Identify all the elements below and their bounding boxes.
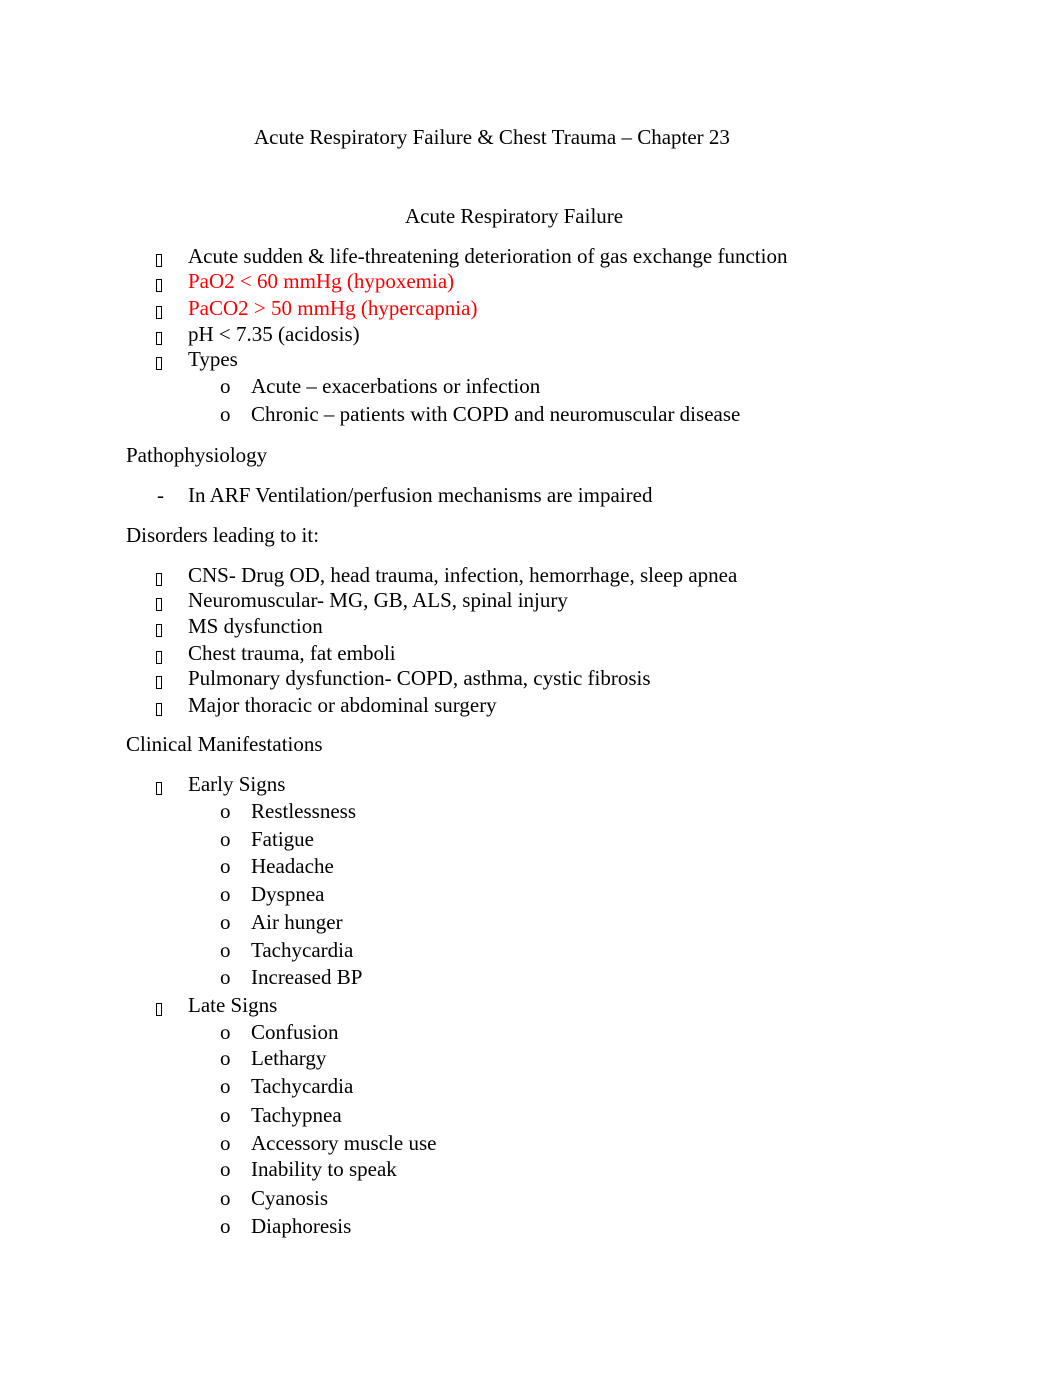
- circle-bullet-icon: o: [220, 938, 231, 962]
- early-signs-label: Early Signs: [188, 772, 286, 796]
- missing-glyph-bullet-icon: [156, 999, 162, 1020]
- circle-bullet-icon: o: [220, 1131, 231, 1155]
- sub-list-item-text: Restlessness: [251, 799, 356, 823]
- sub-list-item-text: Tachypnea: [251, 1103, 342, 1127]
- circle-bullet-icon: o: [220, 1157, 231, 1181]
- list-item-text: Pulmonary dysfunction- COPD, asthma, cys…: [188, 666, 651, 690]
- list-item-text: MS dysfunction: [188, 614, 323, 638]
- sub-list-item-text: Chronic – patients with COPD and neuromu…: [251, 402, 741, 426]
- missing-glyph-bullet-icon: [156, 250, 162, 271]
- circle-bullet-icon: o: [220, 1074, 231, 1098]
- disorders-heading: Disorders leading to it:: [126, 523, 320, 547]
- list-item-text: CNS- Drug OD, head trauma, infection, he…: [188, 563, 738, 587]
- sub-list-item-text: Cyanosis: [251, 1186, 329, 1210]
- missing-glyph-bullet-icon: [156, 302, 162, 323]
- sub-list-item-text: Increased BP: [251, 965, 363, 989]
- circle-bullet-icon: o: [220, 1020, 231, 1044]
- circle-bullet-icon: o: [220, 827, 231, 851]
- sub-list-item-text: Acute – exacerbations or infection: [251, 374, 541, 398]
- missing-glyph-bullet-icon: [156, 569, 162, 590]
- sub-list-item-text: Dyspnea: [251, 882, 325, 906]
- sub-list-item-text: Lethargy: [251, 1046, 327, 1070]
- circle-bullet-icon: o: [220, 799, 231, 823]
- sub-list-item-text: Air hunger: [251, 910, 343, 934]
- document-page: { "doc_title": "Acute Respiratory Failur…: [0, 0, 1062, 1377]
- circle-bullet-icon: o: [220, 402, 231, 426]
- missing-glyph-bullet-icon: [156, 328, 162, 349]
- circle-bullet-icon: o: [220, 910, 231, 934]
- sub-list-item-text: Confusion: [251, 1020, 339, 1044]
- circle-bullet-icon: o: [220, 1214, 231, 1238]
- circle-bullet-icon: o: [220, 882, 231, 906]
- dash-bullet-icon: -: [157, 483, 164, 507]
- sub-list-item-text: Diaphoresis: [251, 1214, 352, 1238]
- sub-list-item-text: Fatigue: [251, 827, 314, 851]
- missing-glyph-bullet-icon: [156, 647, 162, 668]
- list-item-text: Types: [188, 347, 238, 371]
- list-item-text-highlighted: PaO2 < 60 mmHg (hypoxemia): [188, 269, 455, 293]
- missing-glyph-bullet-icon: [156, 353, 162, 374]
- late-signs-label: Late Signs: [188, 993, 278, 1017]
- missing-glyph-bullet-icon: [156, 672, 162, 693]
- missing-glyph-bullet-icon: [156, 699, 162, 720]
- circle-bullet-icon: o: [220, 1046, 231, 1070]
- document-title: Acute Respiratory Failure & Chest Trauma…: [254, 125, 730, 149]
- circle-bullet-icon: o: [220, 1186, 231, 1210]
- circle-bullet-icon: o: [220, 1103, 231, 1127]
- sub-list-item-text: Accessory muscle use: [251, 1131, 437, 1155]
- list-item-text: Chest trauma, fat emboli: [188, 641, 396, 665]
- sub-list-item-text: Tachycardia: [251, 1074, 354, 1098]
- missing-glyph-bullet-icon: [156, 275, 162, 296]
- circle-bullet-icon: o: [220, 374, 231, 398]
- list-item-text: Acute sudden & life-threatening deterior…: [188, 244, 788, 268]
- list-item-text: Major thoracic or abdominal surgery: [188, 693, 497, 717]
- missing-glyph-bullet-icon: [156, 620, 162, 641]
- list-item-text: Neuromuscular- MG, GB, ALS, spinal injur…: [188, 588, 568, 612]
- pathophysiology-heading: Pathophysiology: [126, 443, 268, 467]
- sub-list-item-text: Tachycardia: [251, 938, 354, 962]
- sub-list-item-text: Headache: [251, 854, 334, 878]
- list-item-text: pH < 7.35 (acidosis): [188, 322, 360, 346]
- list-item-text: In ARF Ventilation/perfusion mechanisms …: [188, 483, 653, 507]
- section-title: Acute Respiratory Failure: [405, 204, 624, 228]
- missing-glyph-bullet-icon: [156, 778, 162, 799]
- missing-glyph-bullet-icon: [156, 594, 162, 615]
- circle-bullet-icon: o: [220, 965, 231, 989]
- sub-list-item-text: Inability to speak: [251, 1157, 397, 1181]
- clinical-heading: Clinical Manifestations: [126, 732, 323, 756]
- circle-bullet-icon: o: [220, 854, 231, 878]
- list-item-text-highlighted: PaCO2 > 50 mmHg (hypercapnia): [188, 296, 478, 320]
